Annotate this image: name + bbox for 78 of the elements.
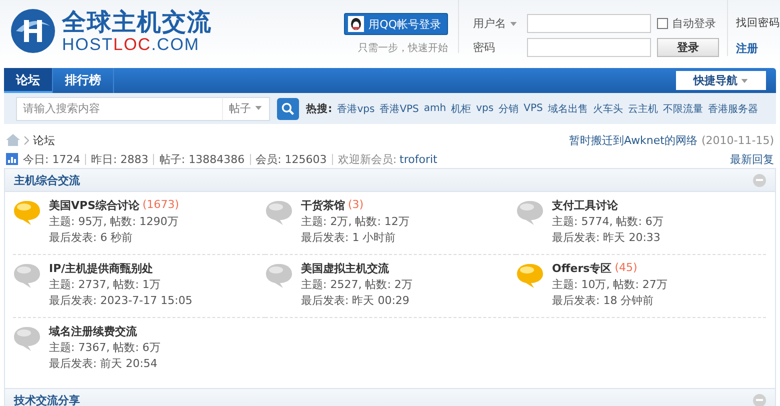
last-post-text: 最后发表: 18 分钟前 (552, 293, 655, 308)
stat-text: 昨日: 2883 (86, 154, 154, 164)
section-title[interactable]: 主机综合交流 (14, 172, 80, 188)
password-field[interactable] (527, 38, 651, 57)
section-title[interactable]: 技术交流分享 (14, 392, 80, 406)
username-label[interactable]: 用户名 (473, 16, 521, 31)
stat-text: 帖子: 13884386 (154, 154, 251, 164)
forum-stats: 主题: 2737, 帖数: 1万 (49, 277, 162, 292)
chevron-icon (24, 136, 29, 144)
search-icon (281, 102, 295, 116)
latest-replies-link[interactable]: 最新回复 (730, 152, 774, 166)
forum-title-link[interactable]: IP/主机提供商甄别处 (49, 261, 154, 276)
forum-stats: 主题: 7367, 帖数: 6万 (49, 340, 160, 355)
collapse-icon[interactable] (753, 394, 766, 406)
last-post-text: 最后发表: 昨天 00:29 (301, 293, 410, 308)
bar-chart-icon (6, 153, 18, 165)
last-post-text: 最后发表: 1 小时前 (301, 230, 397, 245)
forum-title-link[interactable]: 支付工具讨论 (552, 198, 618, 213)
forum-title-link[interactable]: 美国虚拟主机交流 (301, 261, 389, 276)
forum-stats: 主题: 2万, 帖数: 12万 (301, 214, 410, 229)
hot-search-link[interactable]: 香港VPS (380, 102, 419, 116)
hot-search-link[interactable]: 云主机 (628, 102, 658, 116)
hot-search-link[interactable]: 香港服务器 (708, 102, 758, 116)
logo-icon (8, 6, 58, 56)
forgot-password-link[interactable]: 找回密码 (736, 16, 780, 30)
notice-link[interactable]: 暂时搬迁到Awknet的网络 (568, 132, 698, 148)
forum-title-link[interactable]: 美国VPS综合讨论 (49, 198, 140, 213)
search-scope-dropdown[interactable]: 帖子 (222, 96, 270, 120)
new-post-count: (3) (348, 198, 364, 213)
new-member-link[interactable]: troforit (400, 152, 438, 166)
last-post-text: 最后发表: 6 秒前 (49, 230, 134, 245)
hot-search-link[interactable]: 火车头 (592, 102, 623, 116)
nav-tab[interactable]: 论坛 (4, 68, 53, 93)
breadcrumb-link[interactable]: 论坛 (33, 132, 55, 148)
qq-login-hint: 只需一步，快速开始 (358, 42, 448, 55)
caret-icon (741, 78, 748, 83)
home-icon[interactable] (6, 134, 20, 146)
password-label: 密码 (473, 40, 496, 55)
username-field[interactable] (527, 14, 651, 33)
hot-search-link[interactable]: 域名出售 (548, 102, 588, 116)
last-post-text: 最后发表: 2023-7-17 15:05 (49, 293, 192, 308)
hot-search-link[interactable]: VPS (524, 103, 543, 114)
hot-search-link[interactable]: 机柜 (451, 102, 472, 116)
forum-title-link[interactable]: 干货茶馆 (301, 198, 345, 213)
hot-search-link[interactable]: amh (424, 103, 446, 114)
search-button[interactable] (277, 98, 299, 120)
logo-title: 全球主机交流 (62, 9, 212, 36)
hot-search-label: 热搜: (306, 102, 332, 116)
caret-icon (510, 22, 516, 26)
forum-title-link[interactable]: 域名注册续费交流 (49, 324, 137, 339)
new-post-count: (45) (614, 261, 638, 276)
hot-search-link[interactable]: 分销 (498, 102, 519, 116)
forum-stats: 主题: 5774, 帖数: 6万 (552, 214, 664, 229)
stat-text: 会员: 125603 (250, 154, 333, 164)
new-post-count: (1673) (142, 198, 180, 213)
logo-domain: HOSTLOC.COM (62, 36, 201, 53)
caret-icon (254, 106, 262, 110)
auto-login-label: 自动登录 (672, 16, 716, 31)
auto-login-checkbox[interactable] (657, 18, 668, 29)
hot-search-link[interactable]: vps (476, 103, 494, 114)
forum-stats: 主题: 95万, 帖数: 1290万 (49, 214, 180, 229)
hot-search-link[interactable]: 香港vps (337, 102, 375, 116)
last-post-text: 最后发表: 前天 20:54 (49, 356, 158, 371)
register-link[interactable]: 注册 (736, 41, 780, 56)
forum-title-link[interactable]: Offers专区 (552, 261, 612, 276)
welcome-label: 欢迎新会员: (336, 152, 398, 166)
stat-text: 今日: 1724 (23, 154, 86, 164)
collapse-icon[interactable] (753, 174, 766, 186)
last-post-text: 最后发表: 昨天 20:33 (552, 230, 662, 245)
forum-stats: 主题: 2527, 帖数: 2万 (301, 277, 412, 292)
login-button[interactable]: 登录 (657, 38, 719, 57)
search-field[interactable]: 请输入搜索内容 (16, 96, 222, 120)
forum-stats: 主题: 10万, 帖数: 27万 (552, 277, 668, 292)
quick-nav-button[interactable]: 快捷导航 (676, 71, 766, 90)
qq-login-button[interactable]: 用QQ帐号登录 (344, 13, 448, 35)
hot-search-link[interactable]: 不限流量 (662, 102, 703, 116)
notice-date: (2010-11-15) (701, 134, 774, 146)
penguin-icon (348, 16, 364, 32)
